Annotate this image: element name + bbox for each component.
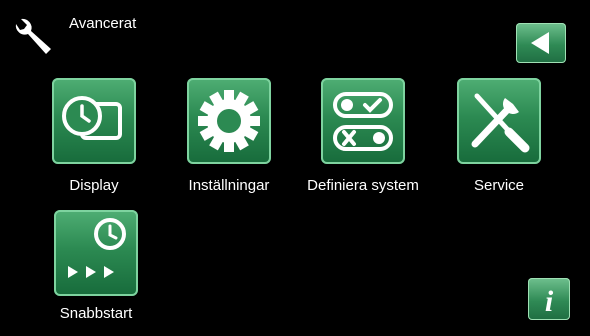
tools-icon: [471, 93, 530, 153]
service-menu-button[interactable]: [457, 78, 541, 164]
quickstart-menu-button[interactable]: [54, 210, 138, 296]
gear-icon: [198, 90, 260, 152]
svg-text:i: i: [545, 285, 554, 318]
info-icon: i: [545, 285, 554, 318]
info-button[interactable]: i: [528, 278, 570, 320]
menu-label: Inställningar: [188, 177, 270, 194]
define-system-menu-button[interactable]: [321, 78, 405, 164]
toggle-switches-icon: [333, 92, 393, 151]
menu-label: Definiera system: [307, 177, 419, 194]
menu-label: Service: [473, 177, 525, 194]
settings-menu-button[interactable]: [187, 78, 271, 164]
menu-label: Display: [69, 177, 119, 194]
clock-fast-forward-icon: [68, 218, 126, 278]
wrench-icon: [10, 16, 52, 60]
page-title: Avancerat: [69, 15, 137, 32]
display-clock-icon: [62, 96, 122, 140]
back-arrow-icon: [531, 32, 549, 54]
display-menu-button[interactable]: [52, 78, 136, 164]
menu-label: Snabbstart: [59, 305, 133, 322]
back-button[interactable]: [516, 23, 566, 63]
